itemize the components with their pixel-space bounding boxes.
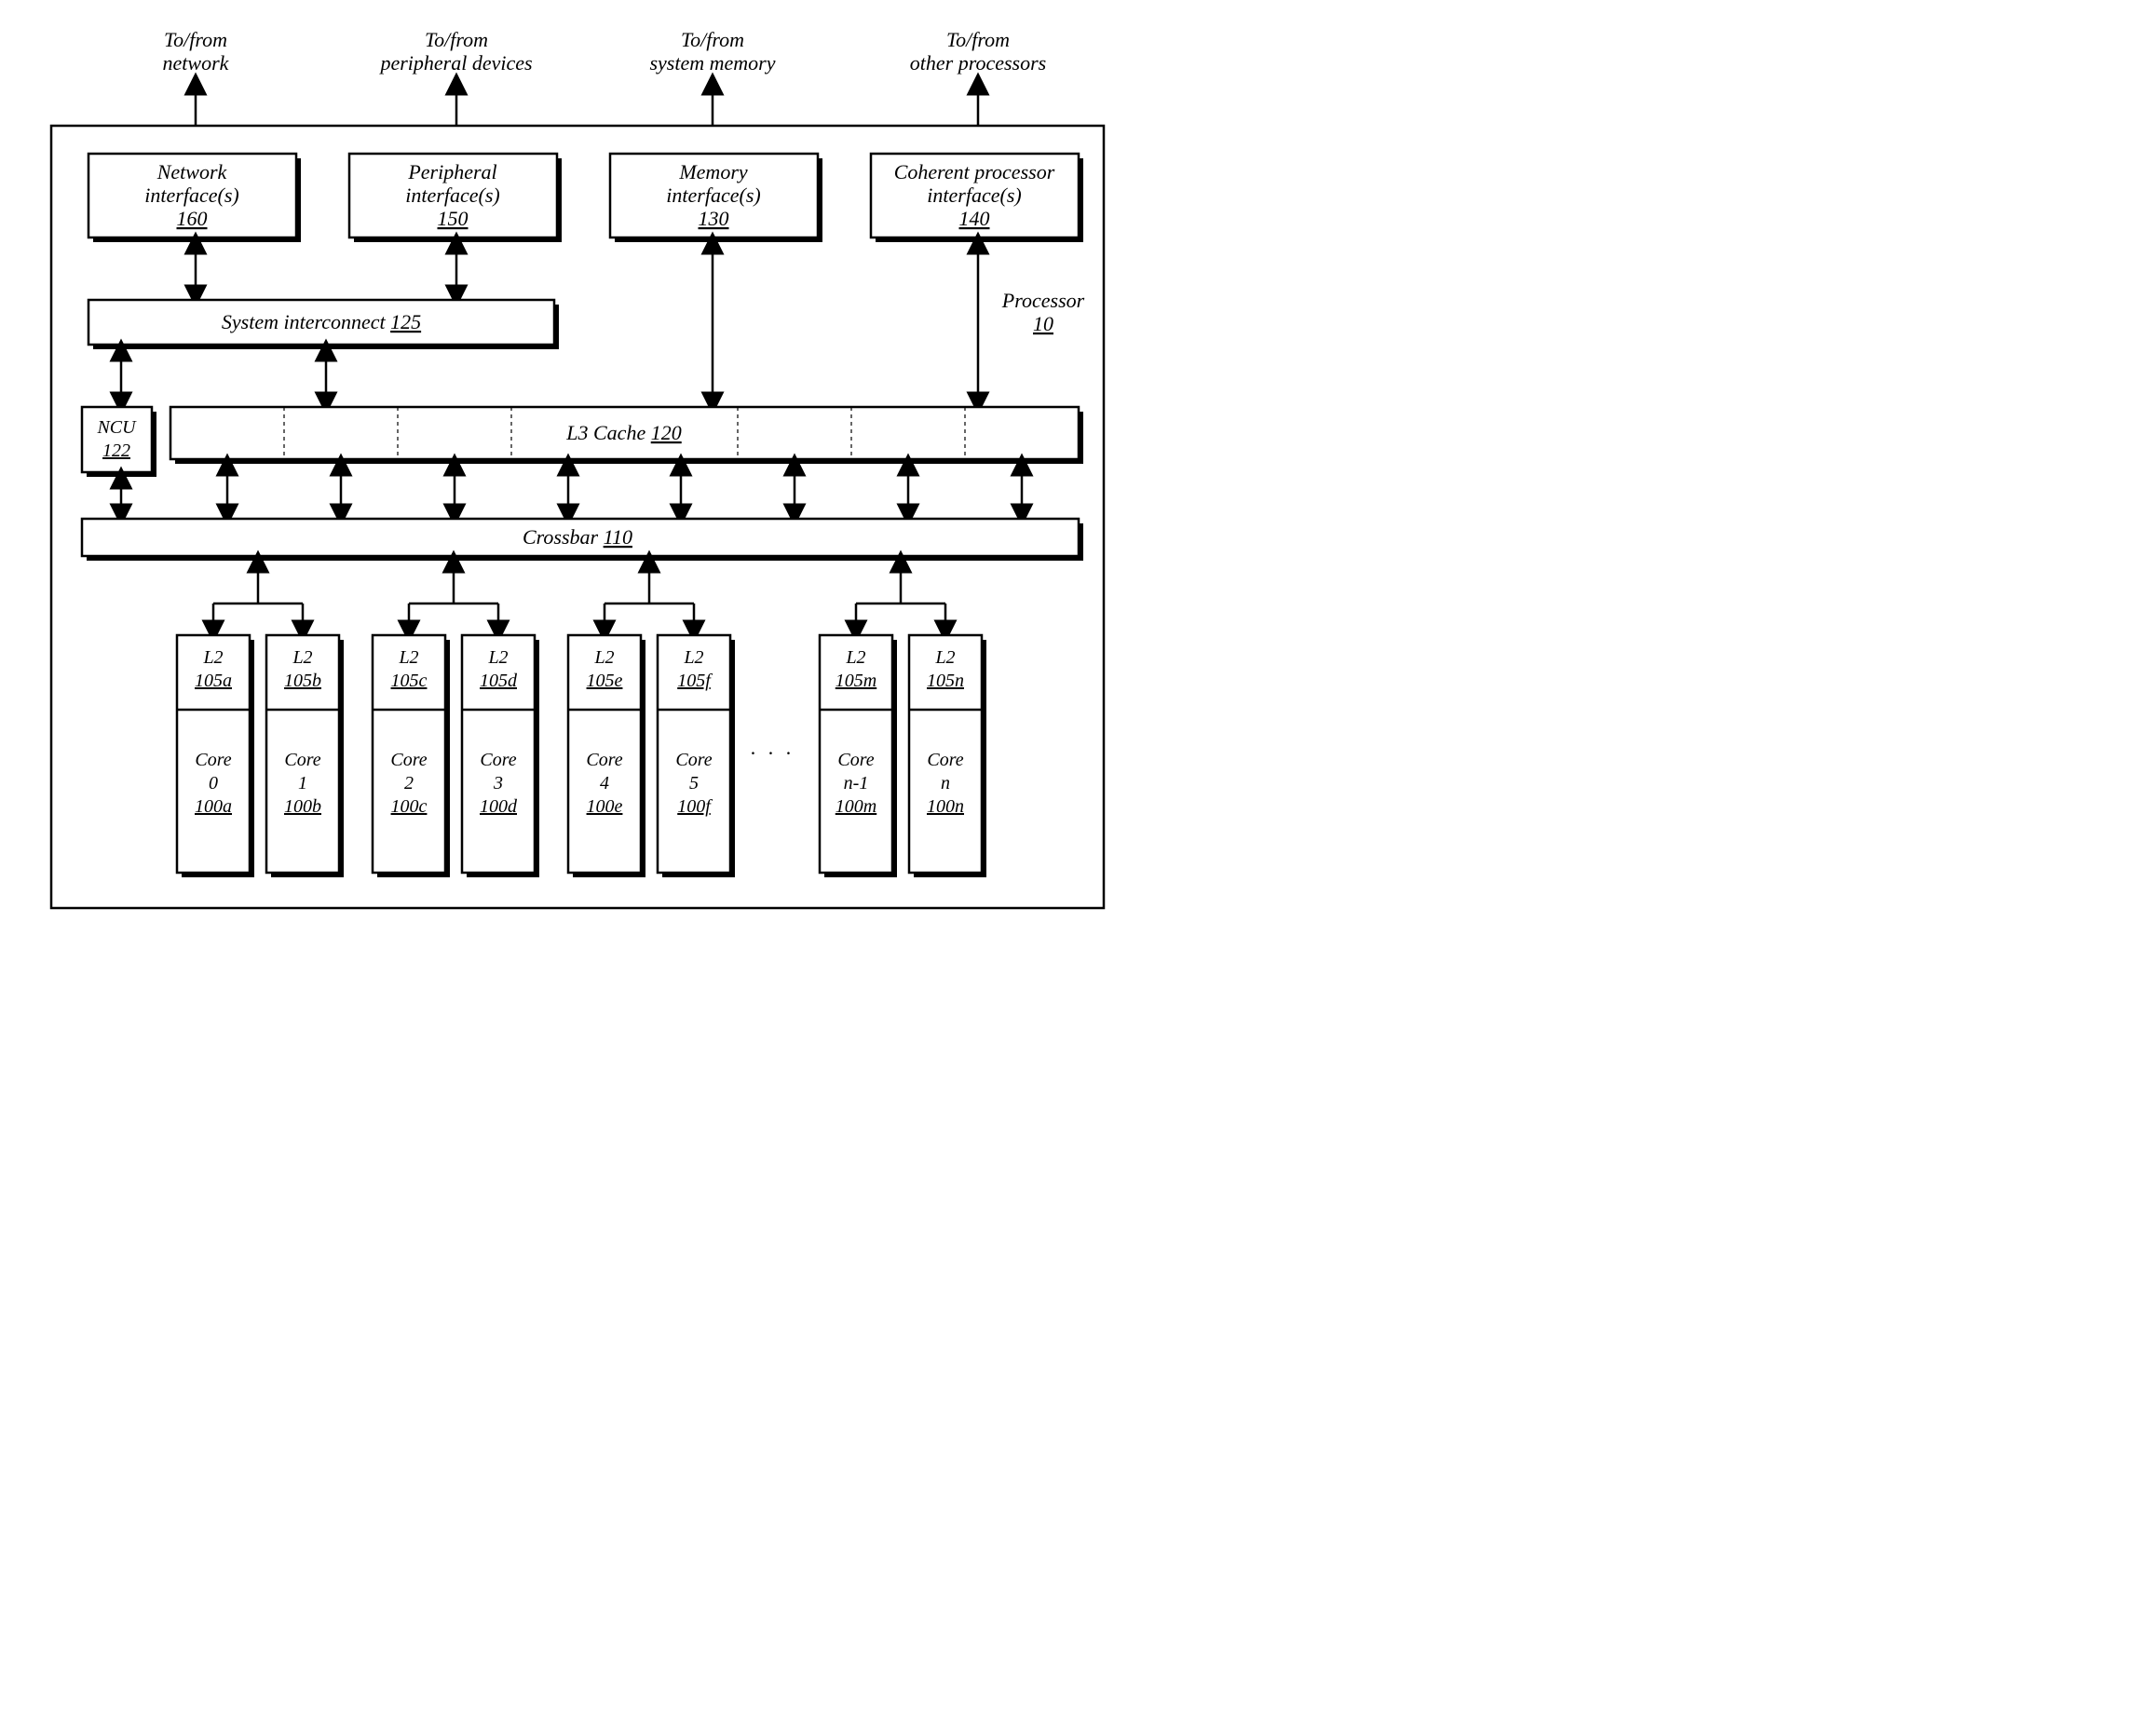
svg-text:interface(s): interface(s)	[144, 183, 238, 207]
core-column-1: L2 105b Core 1 100b	[266, 635, 344, 877]
svg-text:100e: 100e	[587, 796, 623, 817]
svg-text:100f: 100f	[677, 796, 713, 817]
svg-text:105c: 105c	[391, 671, 428, 691]
svg-text:To/from: To/from	[681, 28, 744, 51]
svg-text:system memory: system memory	[649, 51, 775, 75]
core-column-3: L2 105d Core 3 100d	[462, 635, 539, 877]
svg-text:Core: Core	[675, 750, 712, 770]
svg-text:Peripheral: Peripheral	[407, 160, 496, 183]
svg-text:122: 122	[102, 441, 130, 461]
core-column-0: L2 105a Core 0 100a	[177, 635, 254, 877]
svg-text:Coherent processor: Coherent processor	[894, 160, 1055, 183]
svg-text:Core: Core	[586, 750, 622, 770]
svg-text:105d: 105d	[480, 671, 518, 691]
external-peripheral-label: To/from peripheral devices	[378, 28, 532, 75]
svg-text:L2: L2	[487, 647, 508, 668]
svg-text:100b: 100b	[284, 796, 321, 817]
external-memory-label: To/from system memory	[649, 28, 775, 75]
core-column-5: L2 105f Core 5 100f	[658, 635, 735, 877]
svg-text:To/from: To/from	[425, 28, 488, 51]
svg-text:L2: L2	[683, 647, 703, 668]
ncu-box: NCU 122	[82, 407, 156, 477]
svg-text:105m: 105m	[836, 671, 876, 691]
svg-text:n-1: n-1	[844, 773, 869, 793]
network-interface-box: Network interface(s) 160	[88, 154, 301, 242]
l3-cache-box: L3 Cache 120	[170, 407, 1083, 464]
svg-text:Core: Core	[837, 750, 874, 770]
core-column-2: L2 105c Core 2 100c	[373, 635, 450, 877]
svg-text:Core: Core	[390, 750, 427, 770]
svg-text:To/from: To/from	[164, 28, 227, 51]
svg-text:105f: 105f	[677, 671, 713, 691]
svg-text:Crossbar 110: Crossbar 110	[523, 525, 632, 549]
svg-text:L2: L2	[398, 647, 418, 668]
svg-text:100n: 100n	[927, 796, 964, 817]
svg-text:interface(s): interface(s)	[927, 183, 1021, 207]
core-column-4: L2 105e Core 4 100e	[568, 635, 645, 877]
svg-text:Core: Core	[195, 750, 231, 770]
svg-text:Core: Core	[480, 750, 516, 770]
svg-text:105a: 105a	[195, 671, 232, 691]
svg-text:2: 2	[404, 773, 414, 793]
svg-text:100m: 100m	[836, 796, 876, 817]
crossbar-box: Crossbar 110	[82, 519, 1083, 561]
svg-text:Network: Network	[156, 160, 228, 183]
svg-text:3: 3	[493, 773, 503, 793]
svg-text:4: 4	[600, 773, 609, 793]
svg-text:1: 1	[298, 773, 307, 793]
core-column-7: L2 105n Core n 100n	[909, 635, 986, 877]
svg-text:Core: Core	[284, 750, 320, 770]
system-interconnect-box: System interconnect 125	[88, 300, 559, 349]
svg-text:160: 160	[177, 207, 208, 230]
svg-text:100a: 100a	[195, 796, 232, 817]
svg-text:network: network	[163, 51, 230, 75]
core-column-6: L2 105m Core n-1 100m	[820, 635, 897, 877]
svg-text:140: 140	[959, 207, 990, 230]
svg-text:105n: 105n	[927, 671, 964, 691]
svg-text:Memory: Memory	[678, 160, 748, 183]
svg-text:interface(s): interface(s)	[405, 183, 499, 207]
external-network-label: To/from network	[163, 28, 230, 75]
processor-label: Processor	[1001, 289, 1085, 312]
svg-text:other processors: other processors	[910, 51, 1046, 75]
svg-text:L2: L2	[934, 647, 955, 668]
svg-text:105b: 105b	[284, 671, 321, 691]
processor-ref: 10	[1033, 312, 1053, 335]
svg-text:L2: L2	[593, 647, 614, 668]
memory-interface-box: Memory interface(s) 130	[610, 154, 822, 242]
svg-text:150: 150	[438, 207, 469, 230]
svg-text:interface(s): interface(s)	[666, 183, 760, 207]
svg-text:130: 130	[699, 207, 729, 230]
svg-text:5: 5	[689, 773, 699, 793]
svg-text:Core: Core	[927, 750, 963, 770]
svg-text:100d: 100d	[480, 796, 518, 817]
svg-text:To/from: To/from	[946, 28, 1010, 51]
svg-text:0: 0	[209, 773, 218, 793]
svg-text:System interconnect 125: System interconnect 125	[222, 310, 421, 333]
svg-text:n: n	[941, 773, 950, 793]
peripheral-interface-box: Peripheral interface(s) 150	[349, 154, 562, 242]
external-processors-label: To/from other processors	[910, 28, 1046, 75]
ellipsis: . . .	[751, 736, 795, 759]
svg-text:L2: L2	[292, 647, 312, 668]
svg-text:peripheral devices: peripheral devices	[378, 51, 532, 75]
svg-text:NCU: NCU	[96, 417, 137, 438]
svg-text:105e: 105e	[587, 671, 623, 691]
coherent-interface-box: Coherent processor interface(s) 140	[871, 154, 1083, 242]
svg-text:L2: L2	[845, 647, 865, 668]
svg-text:100c: 100c	[391, 796, 428, 817]
svg-text:L3 Cache 120: L3 Cache 120	[565, 421, 681, 444]
svg-text:L2: L2	[202, 647, 223, 668]
